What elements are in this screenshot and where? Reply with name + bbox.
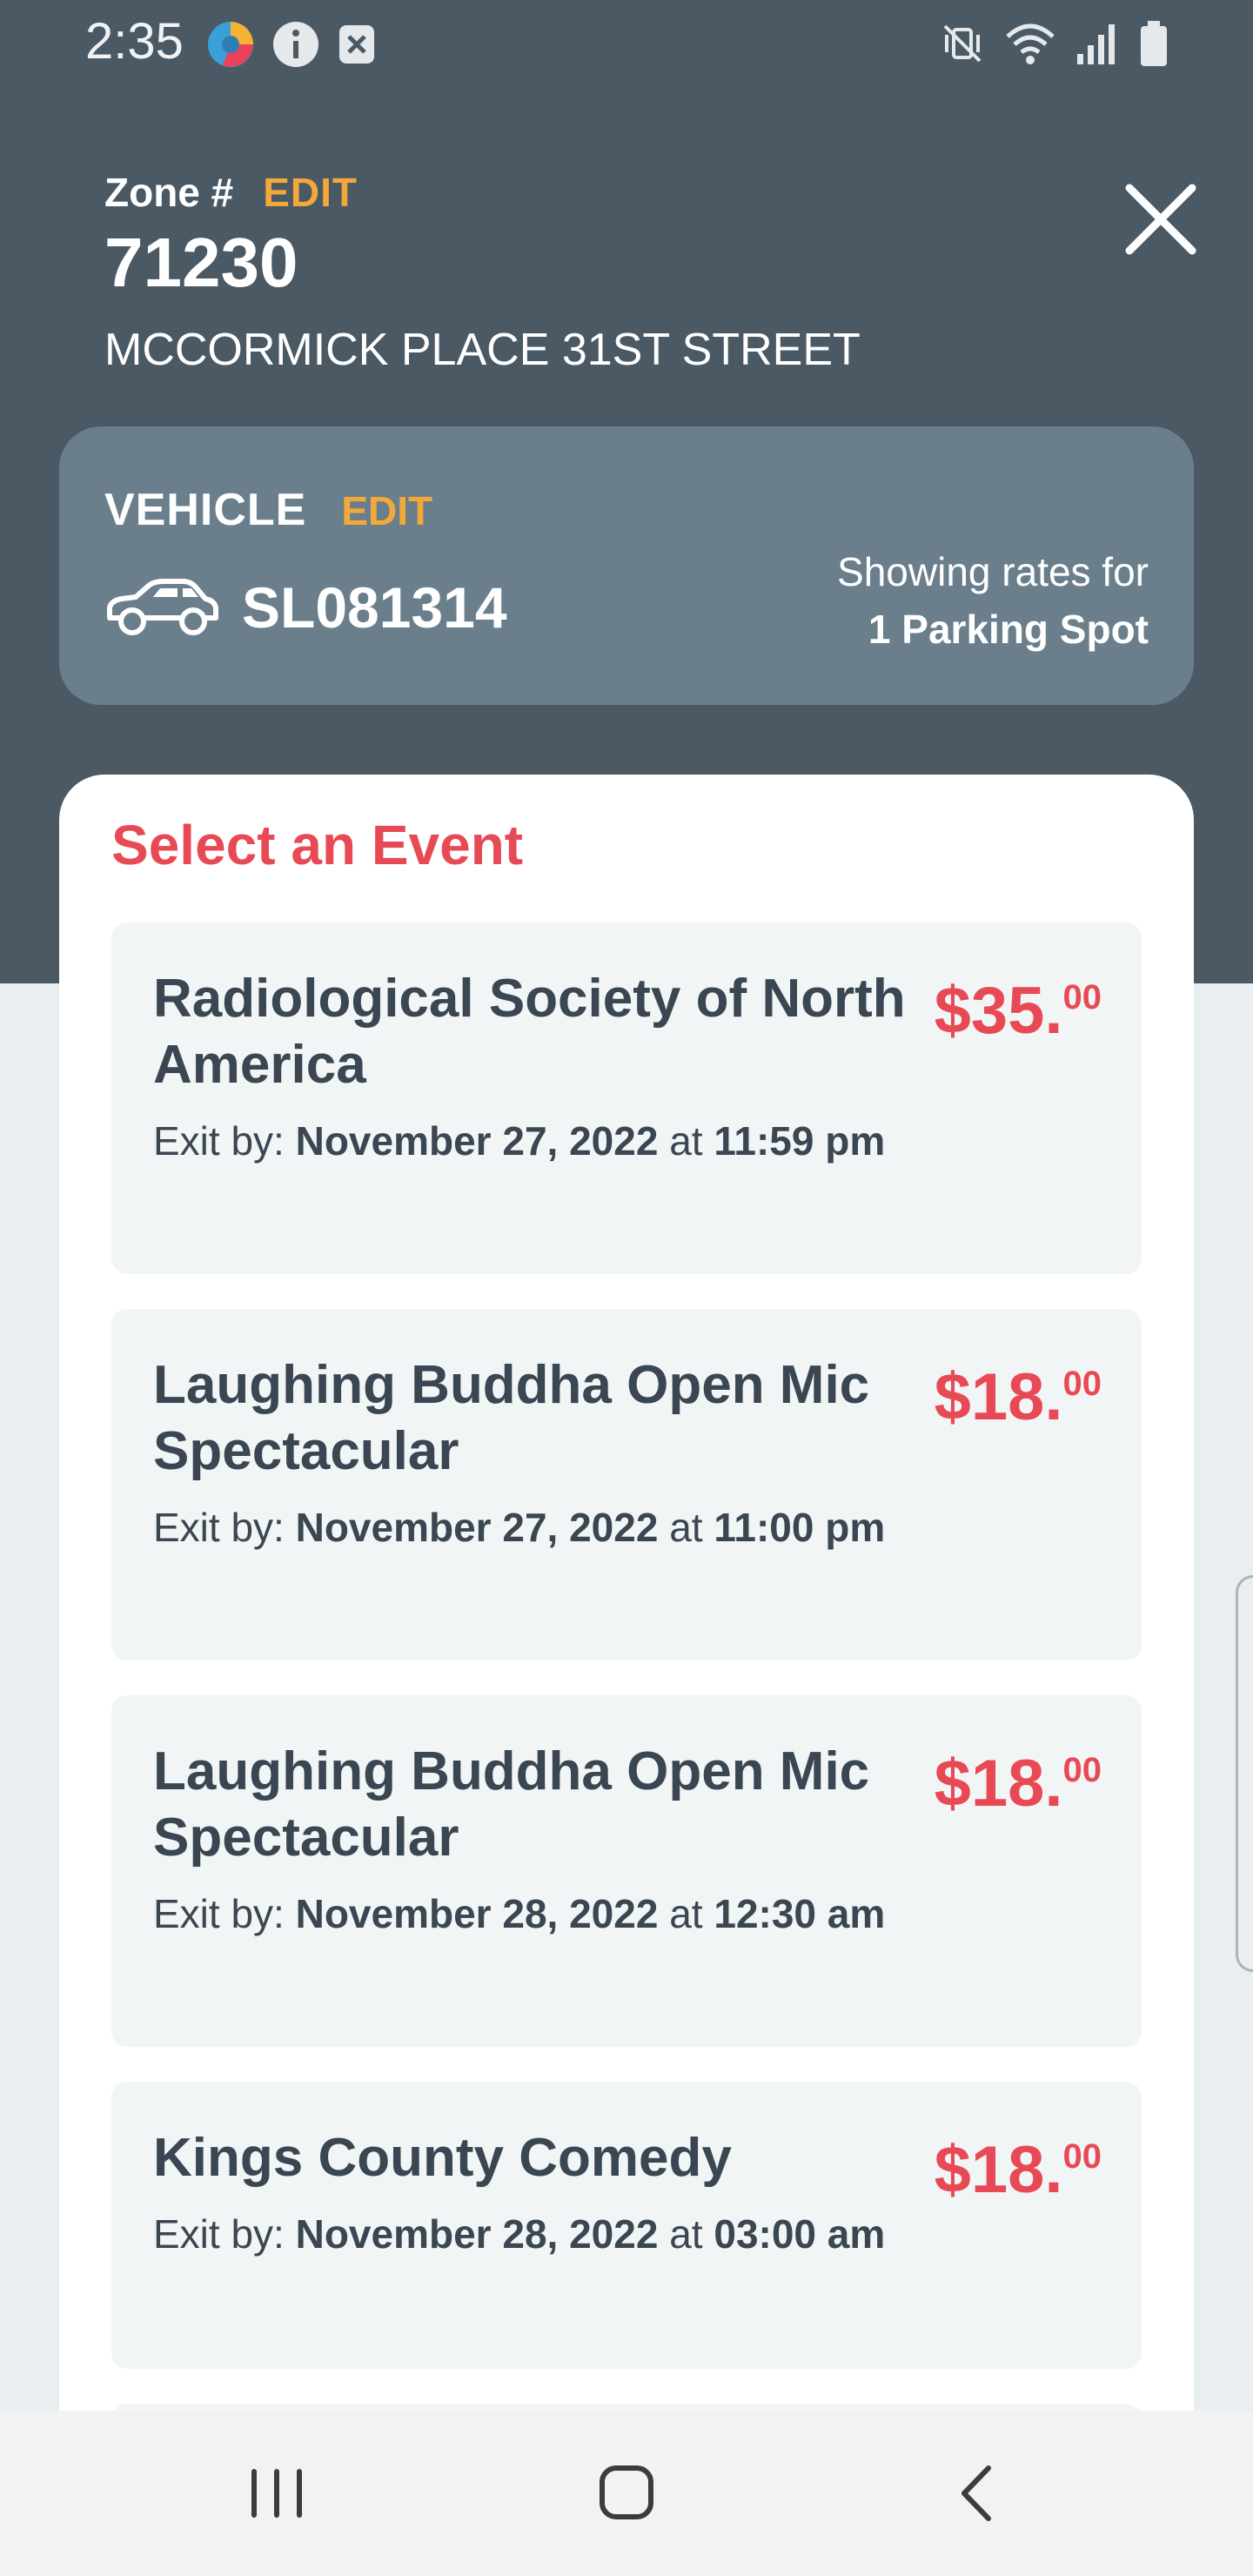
zone-location: MCCORMICK PLACE 31ST STREET xyxy=(104,325,861,375)
app-notification-icon xyxy=(339,25,374,64)
exit-date: November 28, 2022 xyxy=(295,2211,659,2257)
price-cents: 00 xyxy=(1062,2137,1102,2176)
event-card[interactable]: Radiological Society of North America $3… xyxy=(111,922,1142,1274)
vibrate-mute-icon xyxy=(943,24,982,63)
parking-spot-count: 1 Parking Spot xyxy=(868,607,1149,652)
navigation-bar xyxy=(0,2411,1253,2576)
event-exit-time: Exit by: November 27, 2022 at 11:59 pm xyxy=(153,1112,901,1170)
recent-apps-icon[interactable] xyxy=(224,2454,329,2532)
exit-at: at xyxy=(669,1505,703,1550)
home-icon[interactable] xyxy=(574,2454,679,2532)
exit-prefix: Exit by: xyxy=(153,1118,285,1164)
event-exit-time: Exit by: November 28, 2022 at 03:00 am xyxy=(153,2205,901,2263)
event-card[interactable]: Kings County Comedy $18.00 Exit by: Nove… xyxy=(111,2082,1142,2369)
status-bar: 2:35 xyxy=(0,0,1253,87)
exit-at: at xyxy=(669,1891,703,1936)
close-icon[interactable] xyxy=(1124,183,1197,256)
price-cents: 00 xyxy=(1062,978,1102,1016)
scroll-handle[interactable] xyxy=(1236,1575,1253,1972)
notification-icons xyxy=(205,19,378,70)
exit-time: 11:00 pm xyxy=(714,1505,886,1550)
zone-label: Zone # xyxy=(104,170,234,215)
vehicle-card: VEHICLE EDIT SL081314 Showing rates for … xyxy=(59,426,1194,705)
signal-icon xyxy=(1077,24,1115,64)
exit-time: 12:30 am xyxy=(714,1891,886,1936)
exit-time: 11:59 pm xyxy=(714,1118,886,1164)
event-price: $35.00 xyxy=(935,973,1102,1049)
rates-caption: Showing rates for xyxy=(837,549,1149,594)
exit-prefix: Exit by: xyxy=(153,2211,285,2257)
info-icon xyxy=(273,22,318,67)
event-name: Kings County Comedy xyxy=(153,2128,732,2188)
exit-date: November 28, 2022 xyxy=(295,1891,659,1936)
rates-info: Showing rates for 1 Parking Spot xyxy=(837,548,1149,653)
exit-date: November 27, 2022 xyxy=(295,1118,659,1164)
exit-at: at xyxy=(669,1118,703,1164)
price-dollars: $18. xyxy=(934,1360,1063,1434)
exit-prefix: Exit by: xyxy=(153,1891,285,1936)
vehicle-label: VEHICLE xyxy=(104,485,307,535)
event-price: $18.00 xyxy=(935,1359,1102,1435)
event-card[interactable]: Laughing Buddha Open Mic Spectacular $18… xyxy=(111,1309,1142,1660)
back-icon[interactable] xyxy=(924,2454,1029,2532)
exit-date: November 27, 2022 xyxy=(295,1505,659,1550)
zone-edit-link[interactable]: EDIT xyxy=(263,169,358,216)
price-cents: 00 xyxy=(1062,1751,1102,1789)
price-cents: 00 xyxy=(1062,1365,1102,1403)
exit-at: at xyxy=(669,2211,703,2257)
exit-prefix: Exit by: xyxy=(153,1505,285,1550)
event-name: Radiological Society of North America xyxy=(153,969,906,1095)
price-dollars: $18. xyxy=(934,1747,1063,1821)
event-name: Laughing Buddha Open Mic Spectacular xyxy=(153,1355,870,1481)
zone-label-row: Zone # EDIT xyxy=(104,169,358,216)
event-card[interactable]: Laughing Buddha Open Mic Spectacular $18… xyxy=(111,1695,1142,2047)
event-card-partial[interactable] xyxy=(111,2404,1142,2411)
status-time: 2:35 xyxy=(85,13,184,70)
event-price: $18.00 xyxy=(935,2132,1102,2208)
battery-icon xyxy=(1141,21,1167,66)
browser-notification-icon xyxy=(208,22,253,67)
car-icon xyxy=(107,579,218,635)
vehicle-plate-row: SL081314 xyxy=(104,574,507,641)
price-dollars: $18. xyxy=(934,2133,1063,2207)
event-name: Laughing Buddha Open Mic Spectacular xyxy=(153,1741,870,1868)
event-price: $18.00 xyxy=(935,1746,1102,1821)
events-panel: Select an Event Radiological Society of … xyxy=(59,775,1194,2411)
event-exit-time: Exit by: November 28, 2022 at 12:30 am xyxy=(153,1885,901,1942)
vehicle-edit-link[interactable]: EDIT xyxy=(341,487,432,534)
vehicle-plate: SL081314 xyxy=(242,575,507,640)
price-dollars: $35. xyxy=(934,974,1063,1048)
event-exit-time: Exit by: November 27, 2022 at 11:00 pm xyxy=(153,1499,901,1556)
vehicle-label-row: VEHICLE EDIT xyxy=(104,484,432,536)
zone-number: 71230 xyxy=(104,224,298,301)
wifi-icon xyxy=(1006,23,1055,64)
exit-time: 03:00 am xyxy=(714,2211,886,2257)
events-title: Select an Event xyxy=(111,814,524,876)
system-status-icons xyxy=(940,19,1169,68)
